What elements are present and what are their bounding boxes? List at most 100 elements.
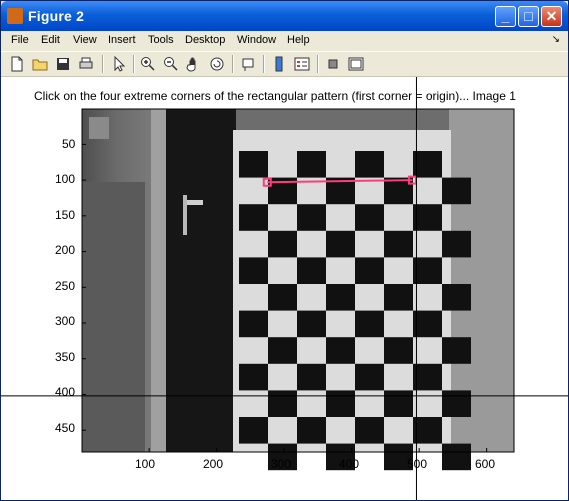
- x-tick-label: 200: [203, 457, 224, 471]
- checker-square: [239, 363, 268, 391]
- checker-square: [239, 257, 268, 284]
- y-tick-label: 250: [55, 279, 76, 293]
- open-folder-icon[interactable]: [32, 56, 48, 72]
- checker-square: [268, 230, 297, 258]
- y-tick-label: 50: [62, 137, 76, 151]
- title-bar[interactable]: Figure 2 _ □ ✕: [1, 1, 568, 31]
- checker-square: [355, 151, 384, 178]
- hide-plot-tools-icon[interactable]: [325, 56, 341, 72]
- toolbar-separator: [232, 55, 234, 73]
- checker-square: [355, 257, 384, 284]
- dock-arrow-icon[interactable]: ↘: [552, 34, 560, 45]
- checker-square: [355, 310, 384, 338]
- pan-hand-icon[interactable]: [186, 56, 202, 72]
- menu-desktop[interactable]: Desktop: [185, 34, 225, 46]
- y-tick-label: 150: [55, 208, 76, 222]
- y-tick-label: 100: [55, 172, 76, 186]
- maximize-button[interactable]: □: [518, 6, 539, 27]
- menu-view[interactable]: View: [73, 34, 97, 46]
- checker-square: [413, 363, 442, 391]
- checker-square: [384, 390, 413, 417]
- toolbar-separator: [263, 55, 265, 73]
- checker-square: [355, 417, 384, 444]
- checker-square: [268, 390, 297, 417]
- figure-window: Figure 2 _ □ ✕ File Edit View Insert Too…: [0, 0, 569, 501]
- menu-tools[interactable]: Tools: [148, 34, 174, 46]
- figure-area: Click on the four extreme corners of the…: [1, 77, 568, 500]
- zoom-in-icon[interactable]: [140, 56, 156, 72]
- y-tick-label: 300: [55, 314, 76, 328]
- checker-square: [413, 204, 442, 231]
- new-file-icon[interactable]: [9, 56, 25, 72]
- checker-square: [384, 284, 413, 311]
- menu-file[interactable]: File: [11, 34, 29, 46]
- checker-square: [326, 230, 355, 258]
- y-tick-label: 200: [55, 243, 76, 257]
- checker-square: [268, 337, 297, 364]
- menu-window[interactable]: Window: [237, 34, 276, 46]
- menu-edit[interactable]: Edit: [41, 34, 60, 46]
- checker-square: [442, 284, 471, 311]
- zoom-out-icon[interactable]: [163, 56, 179, 72]
- x-tick-label: 300: [271, 457, 292, 471]
- close-button[interactable]: ✕: [541, 6, 562, 27]
- checker-square: [239, 417, 268, 444]
- legend-icon[interactable]: [294, 56, 310, 72]
- checker-square: [413, 257, 442, 284]
- x-tick-label: 600: [475, 457, 496, 471]
- colorbar-icon[interactable]: [271, 56, 287, 72]
- y-tick-label: 350: [55, 350, 76, 364]
- checker-square: [442, 177, 471, 205]
- checker-square: [326, 390, 355, 417]
- wall-switch: [89, 117, 109, 139]
- checker-square: [297, 151, 326, 178]
- checker-square: [239, 204, 268, 231]
- checker-square: [413, 310, 442, 338]
- checker-square: [384, 230, 413, 258]
- toolbar-separator: [133, 55, 135, 73]
- checker-square: [297, 204, 326, 231]
- checker-square: [326, 337, 355, 364]
- pointer-icon[interactable]: [111, 56, 127, 72]
- checker-square: [355, 204, 384, 231]
- toolbar-separator: [102, 55, 104, 73]
- checker-square: [239, 151, 268, 178]
- save-icon[interactable]: [55, 56, 71, 72]
- toolbar-separator: [317, 55, 319, 73]
- toolbar: [1, 51, 568, 77]
- checker-square: [442, 230, 471, 258]
- checker-square: [442, 443, 471, 471]
- checker-square: [413, 417, 442, 444]
- dark-doorway: [164, 109, 236, 452]
- checker-square: [442, 337, 471, 364]
- checker-square: [355, 363, 384, 391]
- checker-square: [297, 417, 326, 444]
- checker-square: [297, 257, 326, 284]
- menu-bar: File Edit View Insert Tools Desktop Wind…: [1, 31, 568, 51]
- print-icon[interactable]: [78, 56, 94, 72]
- image-axes[interactable]: [1, 77, 568, 500]
- door-panel: [82, 182, 145, 452]
- y-tick-label: 400: [55, 385, 76, 399]
- show-plot-tools-icon[interactable]: [348, 56, 364, 72]
- checker-square: [297, 363, 326, 391]
- x-tick-label: 500: [407, 457, 428, 471]
- menu-insert[interactable]: Insert: [108, 34, 136, 46]
- checker-square: [297, 310, 326, 338]
- checker-square: [326, 284, 355, 311]
- checker-square: [268, 284, 297, 311]
- door-plate: [183, 195, 187, 235]
- checker-square: [413, 151, 442, 178]
- x-tick-label: 100: [135, 457, 156, 471]
- rotate-3d-icon[interactable]: [209, 56, 225, 72]
- checker-square: [384, 337, 413, 364]
- minimize-button[interactable]: _: [495, 6, 516, 27]
- checker-square: [442, 390, 471, 417]
- door-frame: [151, 109, 166, 452]
- data-cursor-icon[interactable]: [240, 56, 256, 72]
- checker-square: [239, 310, 268, 338]
- matlab-icon: [7, 8, 23, 24]
- window-title: Figure 2: [28, 8, 85, 24]
- y-tick-label: 450: [55, 421, 76, 435]
- menu-help[interactable]: Help: [287, 34, 310, 46]
